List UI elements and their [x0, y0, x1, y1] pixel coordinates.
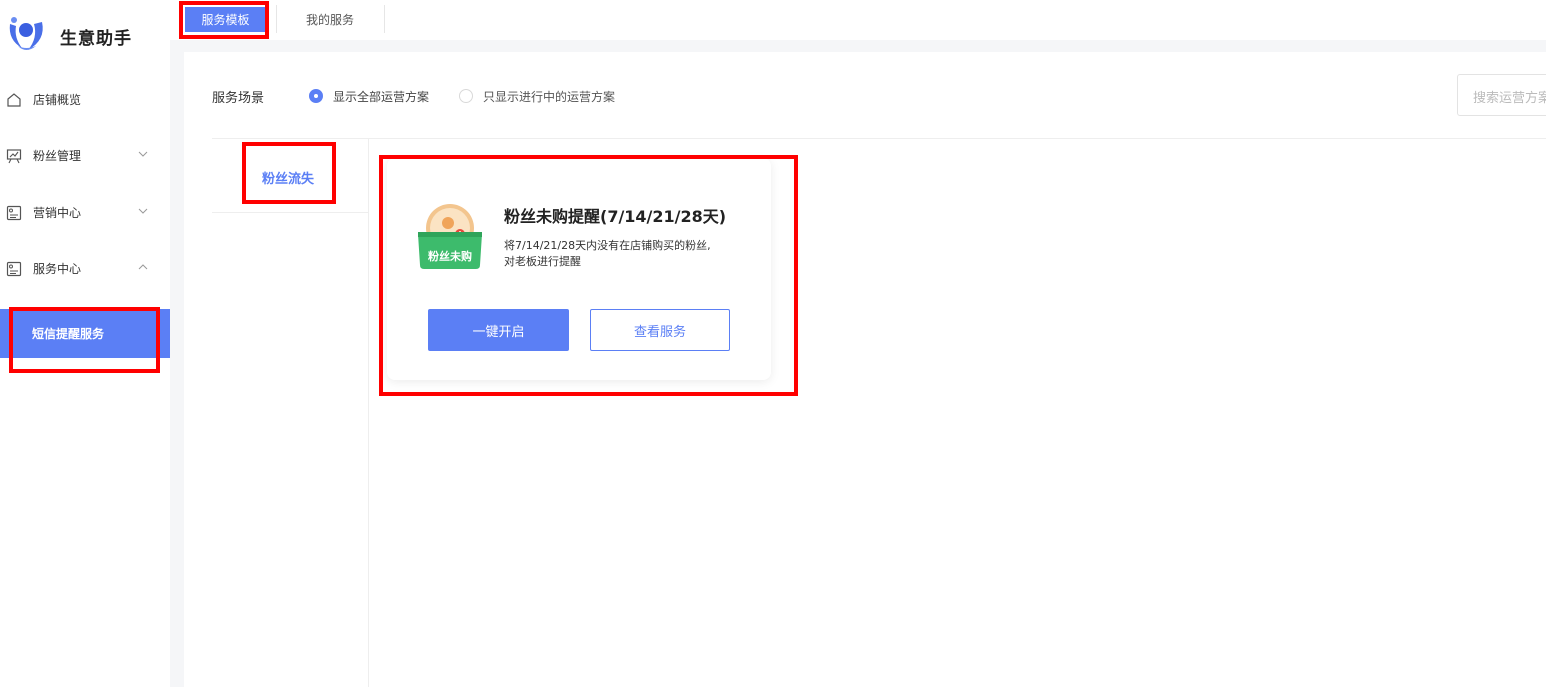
- radio-unchecked-icon: [459, 89, 473, 103]
- card-description-line: 对老板进行提醒: [504, 255, 581, 268]
- card-description-line: 将7/14/21/28天内没有在店铺购买的粉丝,: [504, 239, 711, 252]
- chevron-up-icon: [138, 264, 148, 270]
- sidebar-item-sms-reminder[interactable]: 短信提醒服务: [0, 309, 170, 358]
- sidebar-item-fans[interactable]: 粉丝管理: [0, 136, 170, 176]
- tab-service-templates[interactable]: 服务模板: [185, 7, 266, 32]
- radio-show-all[interactable]: 显示全部运营方案: [309, 88, 429, 104]
- divider: [212, 138, 1546, 139]
- tab-divider: [276, 5, 277, 33]
- home-icon: [7, 93, 21, 107]
- tab-divider: [384, 5, 385, 33]
- radio-show-active-only[interactable]: 只显示进行中的运营方案: [459, 88, 615, 104]
- radio-checked-icon: [309, 89, 323, 103]
- chart-board-icon: [6, 149, 22, 164]
- chevron-down-icon: [138, 208, 148, 214]
- divider: [368, 139, 369, 687]
- sidebar-item-marketing[interactable]: 营销中心: [0, 193, 170, 233]
- sidebar: 生意助手 店铺概览 粉丝管理 营销中心 服务中心 短信提醒服务: [0, 0, 170, 687]
- sidebar-item-store-overview[interactable]: 店铺概览: [0, 80, 170, 120]
- panel-icon: [6, 205, 22, 221]
- category-item-fan-loss[interactable]: 粉丝流失: [262, 168, 314, 187]
- chevron-down-icon: [138, 151, 148, 157]
- logo-icon: [9, 17, 43, 50]
- view-service-button[interactable]: 查看服务: [590, 309, 730, 351]
- tab-my-services[interactable]: 我的服务: [294, 7, 366, 32]
- sidebar-item-label: 店铺概览: [33, 93, 82, 107]
- card-title: 粉丝未购提醒(7/14/21/28天): [504, 207, 727, 226]
- sidebar-item-label: 粉丝管理: [33, 149, 82, 163]
- card-description: 将7/14/21/28天内没有在店铺购买的粉丝, 对老板进行提醒: [504, 238, 754, 270]
- scene-filter-label: 服务场景: [212, 91, 265, 106]
- app-logo[interactable]: 生意助手: [0, 0, 170, 68]
- sidebar-item-label: 营销中心: [33, 206, 82, 220]
- service-card: 粉丝未购 粉丝未购提醒(7/14/21/28天) 将7/14/21/28天内没有…: [387, 158, 771, 380]
- icon-caption: 粉丝未购: [428, 249, 472, 263]
- sidebar-item-label: 服务中心: [33, 262, 82, 276]
- app-title: 生意助手: [60, 29, 132, 49]
- top-tab-bar: 服务模板 我的服务: [170, 0, 1546, 40]
- sidebar-item-label: 短信提醒服务: [32, 327, 105, 341]
- radio-label: 只显示进行中的运营方案: [483, 89, 616, 104]
- panel-icon: [6, 261, 22, 277]
- sidebar-item-service-center[interactable]: 服务中心: [0, 249, 170, 289]
- fan-unpurchased-icon: 粉丝未购: [418, 204, 482, 269]
- search-input[interactable]: 搜索运营方案: [1457, 74, 1546, 116]
- enable-button[interactable]: 一键开启: [428, 309, 569, 351]
- radio-label: 显示全部运营方案: [333, 89, 430, 104]
